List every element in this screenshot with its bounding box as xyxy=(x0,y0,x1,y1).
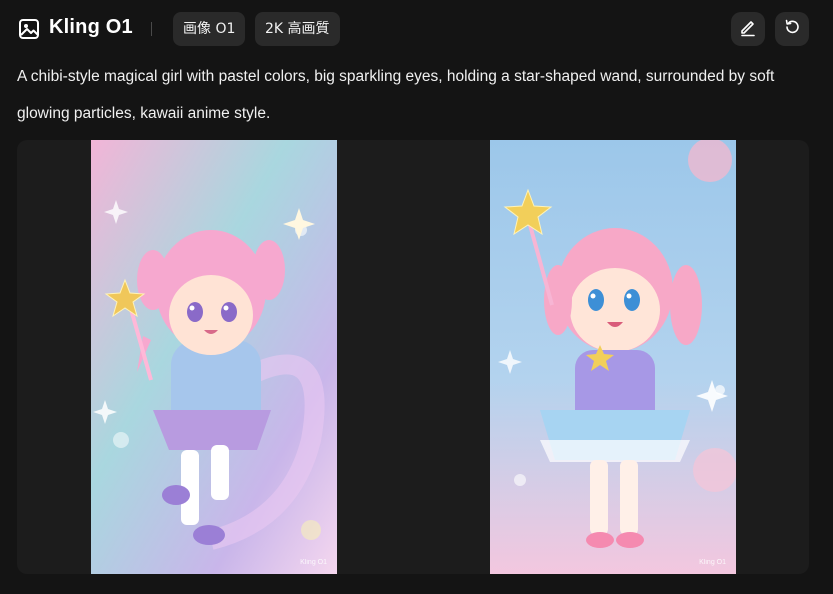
image-watermark: Kling O1 xyxy=(300,559,327,566)
edit-button[interactable] xyxy=(731,12,765,46)
generated-image-1[interactable]: Kling O1 xyxy=(91,140,337,574)
image-gallery: Kling O1 Kling O1 xyxy=(17,140,809,574)
page-title: Kling O1 xyxy=(49,16,133,38)
quality-tag: 2K 高画質 xyxy=(255,12,340,46)
generated-image-2[interactable]: Kling O1 xyxy=(490,140,737,574)
edit-icon xyxy=(738,17,758,42)
divider xyxy=(151,22,152,36)
image-watermark: Kling O1 xyxy=(699,559,726,566)
retry-icon xyxy=(782,17,802,42)
retry-button[interactable] xyxy=(775,12,809,46)
header: Kling O1 画像 O1 2K 高画質 xyxy=(0,0,833,60)
prompt-text: A chibi-style magical girl with pastel c… xyxy=(17,68,775,122)
image-icon xyxy=(18,18,40,40)
model-tag: 画像 O1 xyxy=(173,12,246,46)
